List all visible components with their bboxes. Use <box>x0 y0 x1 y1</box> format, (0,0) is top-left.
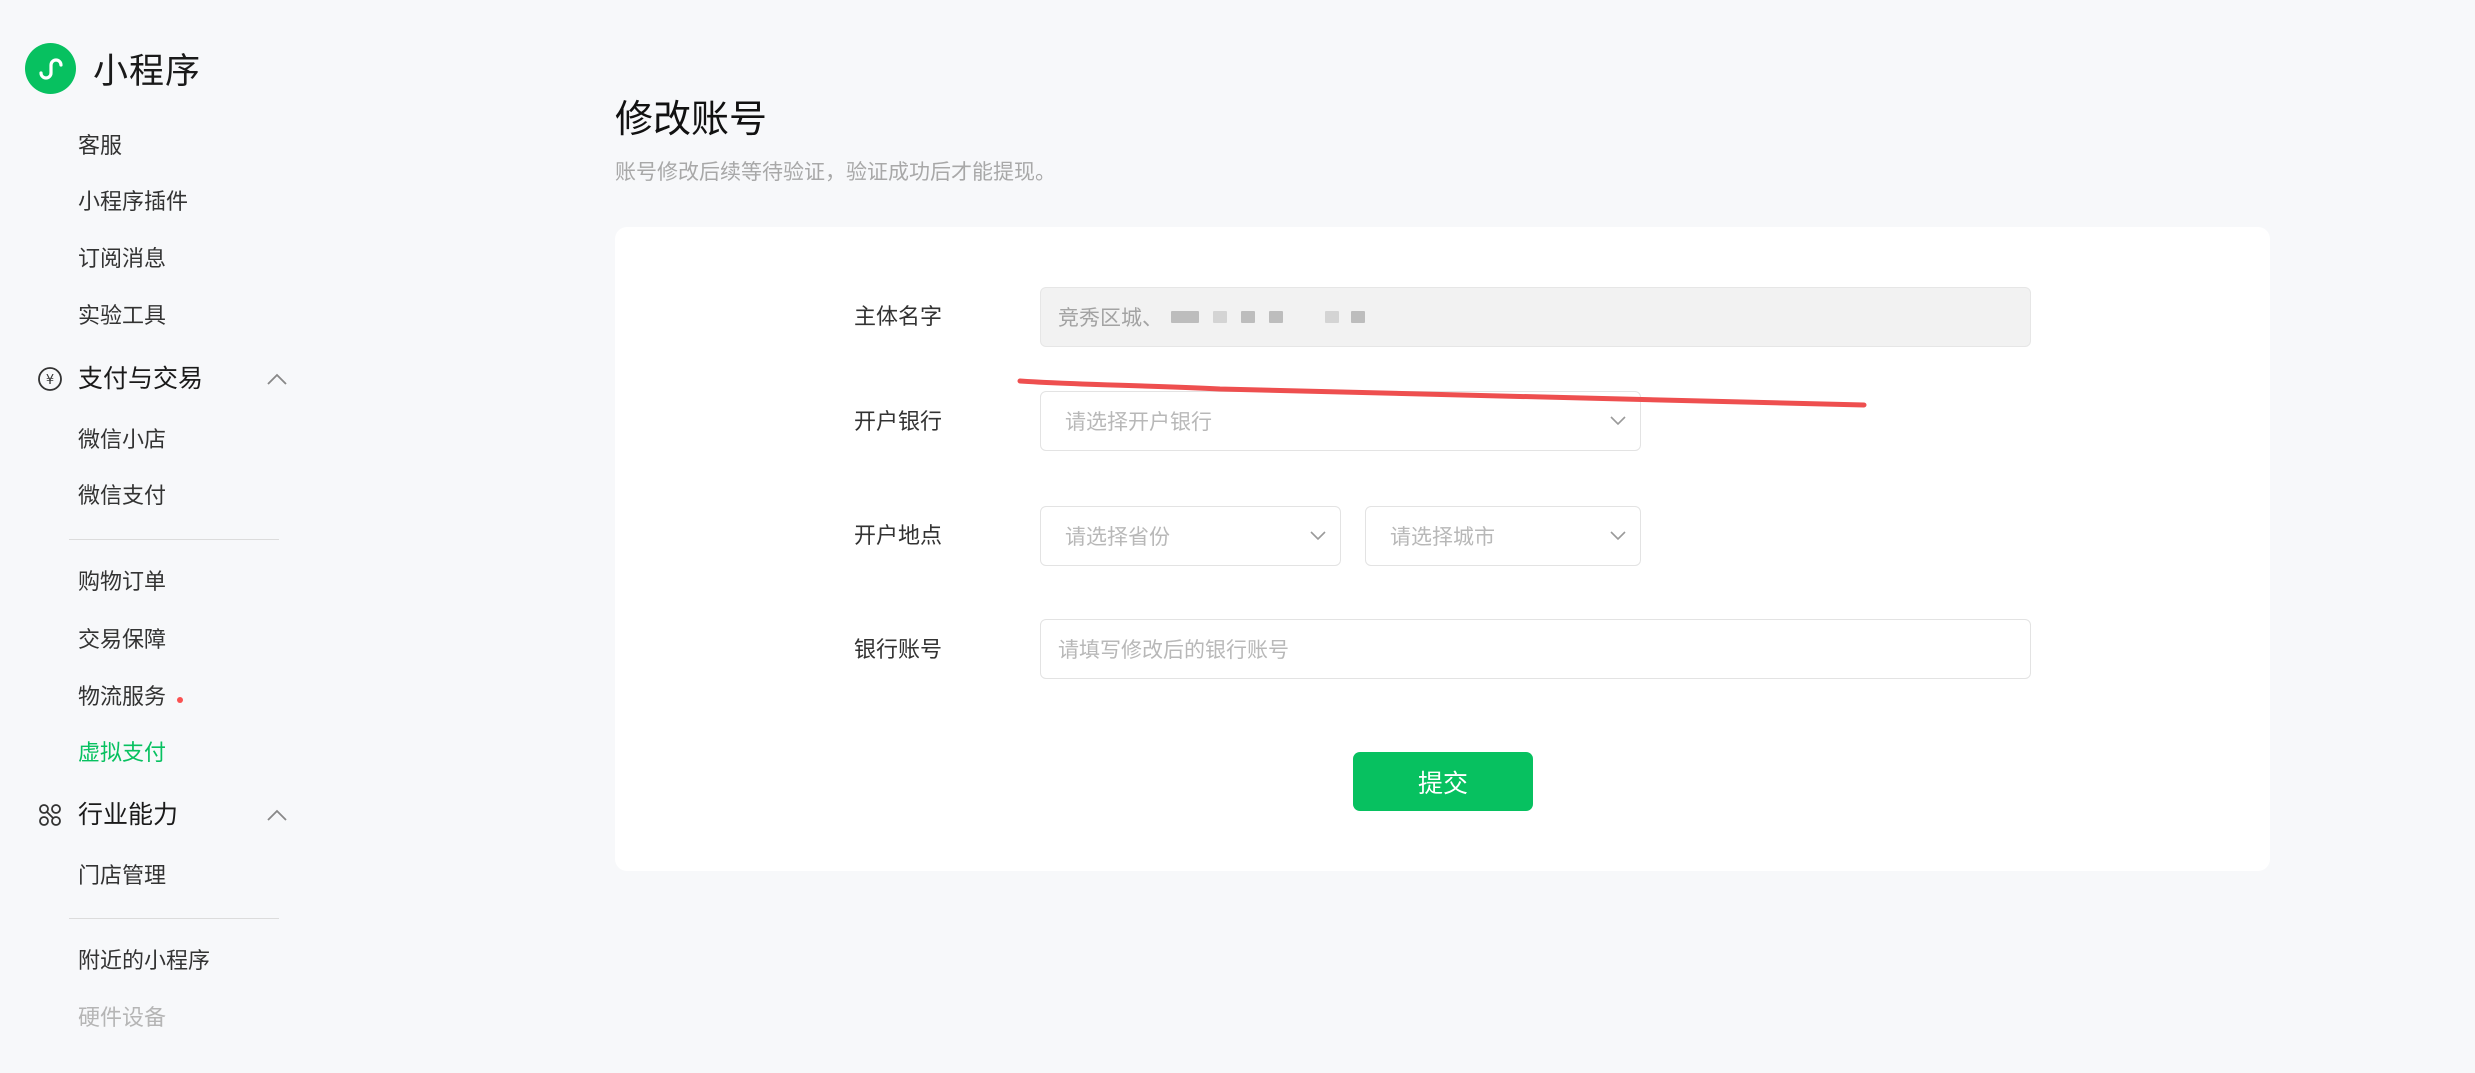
bank-select[interactable]: 请选择开户银行 <box>1040 391 1641 451</box>
sidebar-item-lab-tools[interactable]: 实验工具 <box>78 306 166 328</box>
label-bank: 开户银行 <box>854 410 943 435</box>
sidebar-item-wechat-shop[interactable]: 微信小店 <box>78 430 166 452</box>
label-location: 开户地点 <box>854 524 943 549</box>
app-name: 小程序 <box>93 52 202 92</box>
sidebar-item-wechat-pay[interactable]: 微信支付 <box>78 486 166 508</box>
sidebar-item-hardware-devices[interactable]: 硬件设备 <box>78 1008 166 1030</box>
sidebar-item-orders[interactable]: 购物订单 <box>78 572 166 594</box>
sidebar-divider <box>69 539 279 540</box>
sidebar-item-store-management[interactable]: 门店管理 <box>78 866 166 888</box>
entity-name-value: 竞秀区城 <box>1058 306 1142 330</box>
sidebar-divider <box>69 918 279 919</box>
sidebar-item-virtual-pay[interactable]: 虚拟支付 <box>78 743 166 765</box>
chevron-up-icon[interactable] <box>266 372 288 386</box>
svg-text:¥: ¥ <box>46 373 54 388</box>
redacted-block <box>1241 311 1255 323</box>
bank-select-placeholder: 请选择开户银行 <box>1065 410 1212 434</box>
page-title: 修改账号 <box>615 97 768 141</box>
city-select[interactable]: 请选择城市 <box>1365 506 1641 566</box>
industry-nodes-icon <box>39 804 61 826</box>
mini-program-logo-icon <box>25 43 76 94</box>
yen-circle-icon: ¥ <box>38 367 62 391</box>
account-input[interactable]: 请填写修改后的银行账号 <box>1040 619 2031 679</box>
label-entity-name: 主体名字 <box>854 305 943 330</box>
province-select-placeholder: 请选择省份 <box>1065 525 1170 549</box>
entity-name-field: 竞秀区城、 <box>1040 287 2031 347</box>
redacted-block <box>1213 311 1227 323</box>
sidebar-item-logistics[interactable]: 物流服务 <box>78 687 166 709</box>
page-subtitle: 账号修改后续等待验证，验证成功后才能提现。 <box>615 160 1056 184</box>
group-title-payment[interactable]: 支付与交易 <box>78 366 203 391</box>
sidebar-item-customer-service[interactable]: 客服 <box>78 136 122 158</box>
brand[interactable]: 小程序 <box>25 43 201 94</box>
group-title-industry[interactable]: 行业能力 <box>78 802 178 827</box>
redacted-block <box>1351 311 1365 323</box>
chevron-up-icon[interactable] <box>266 808 288 822</box>
redacted-text: 、 <box>1142 306 1163 330</box>
submit-button[interactable]: 提交 <box>1353 752 1533 811</box>
city-select-placeholder: 请选择城市 <box>1390 525 1495 549</box>
redacted-block <box>1171 311 1199 323</box>
notification-dot <box>177 697 183 703</box>
sidebar-item-trade-guarantee[interactable]: 交易保障 <box>78 630 166 652</box>
province-select[interactable]: 请选择省份 <box>1040 506 1341 566</box>
sidebar-item-plugins[interactable]: 小程序插件 <box>78 192 188 214</box>
sidebar-item-subscribe-messages[interactable]: 订阅消息 <box>78 249 166 271</box>
label-account: 银行账号 <box>854 638 943 663</box>
redacted-block <box>1325 311 1339 323</box>
chevron-down-icon <box>1610 531 1626 541</box>
chevron-down-icon <box>1310 531 1326 541</box>
chevron-down-icon <box>1610 416 1626 426</box>
sidebar-item-nearby-mini-programs[interactable]: 附近的小程序 <box>78 951 210 973</box>
account-input-placeholder: 请填写修改后的银行账号 <box>1058 638 1289 662</box>
redacted-block <box>1269 311 1283 323</box>
